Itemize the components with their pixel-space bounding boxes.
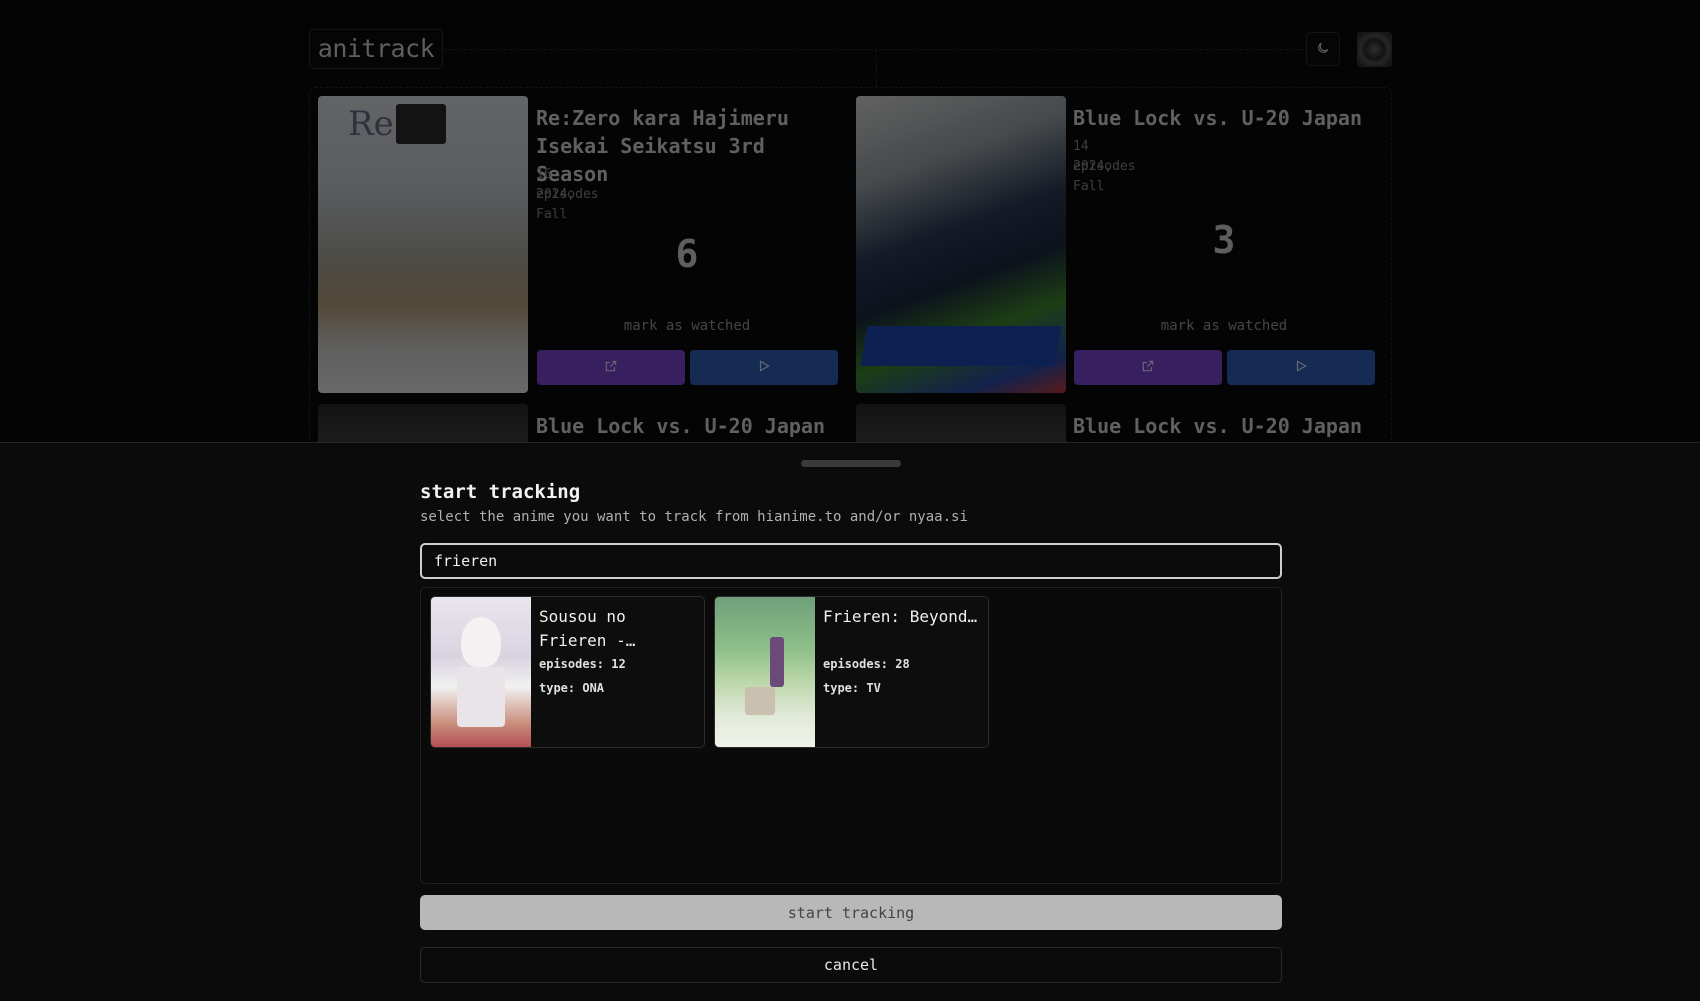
result-art: [457, 667, 505, 727]
app-logo[interactable]: anitrack: [309, 29, 443, 69]
watched-count: 6: [675, 232, 699, 276]
mark-as-watched-button[interactable]: mark as watched: [1073, 318, 1375, 334]
anime-poster: [856, 404, 1066, 442]
result-type: type: ONA: [539, 681, 605, 695]
anime-season: 2024, Fall: [1073, 159, 1113, 194]
result-art: [745, 687, 775, 715]
tracker-background: anitrack Re: Re:Zero kara Hajimeru Iseka…: [0, 0, 1700, 442]
user-avatar[interactable]: [1357, 32, 1392, 67]
anime-season: 2024, Fall: [536, 187, 576, 222]
anime-title: Blue Lock vs. U-20 Japan: [1073, 414, 1362, 438]
poster-art: [860, 326, 1062, 366]
search-result-item[interactable]: Sousou no Frieren -… episodes: 12 type: …: [430, 596, 705, 748]
result-episodes: episodes: 28: [823, 657, 910, 671]
external-link-icon: [1141, 358, 1155, 377]
start-tracking-button[interactable]: start tracking: [420, 895, 1282, 930]
poster-art: [396, 104, 446, 144]
anime-title: Blue Lock vs. U-20 Japan: [536, 414, 825, 438]
search-input[interactable]: [420, 543, 1282, 579]
search-results: Sousou no Frieren -… episodes: 12 type: …: [420, 587, 1282, 884]
play-button[interactable]: [690, 350, 838, 385]
result-thumbnail: [715, 597, 815, 747]
drawer-description: select the anime you want to track from …: [420, 509, 968, 525]
result-type: type: TV: [823, 681, 881, 695]
anime-poster: Re:: [318, 96, 528, 393]
cancel-button[interactable]: cancel: [420, 947, 1282, 983]
anime-poster: [318, 404, 528, 442]
search-result-item[interactable]: Frieren: Beyond… episodes: 28 type: TV: [714, 596, 989, 748]
theme-toggle-button[interactable]: [1306, 32, 1340, 66]
result-title: Sousou no Frieren -…: [539, 607, 636, 650]
result-art: [770, 637, 784, 687]
open-button[interactable]: [537, 350, 685, 385]
result-title: Frieren: Beyond…: [823, 607, 978, 626]
start-tracking-drawer: start tracking select the anime you want…: [0, 442, 1700, 1001]
open-button[interactable]: [1074, 350, 1222, 385]
play-icon: [1294, 358, 1308, 377]
anime-title: Blue Lock vs. U-20 Japan: [1073, 106, 1362, 130]
result-thumbnail: [431, 597, 531, 747]
drawer-handle[interactable]: [801, 460, 901, 467]
play-icon: [757, 358, 771, 377]
moon-icon: [1316, 40, 1330, 59]
watched-count: 3: [1212, 218, 1236, 262]
external-link-icon: [604, 358, 618, 377]
result-art: [461, 617, 501, 667]
play-button[interactable]: [1227, 350, 1375, 385]
anime-poster: [856, 96, 1066, 393]
drawer-title: start tracking: [420, 481, 581, 503]
mark-as-watched-button[interactable]: mark as watched: [536, 318, 838, 334]
result-episodes: episodes: 12: [539, 657, 626, 671]
header-vertical-divider: [876, 49, 877, 87]
